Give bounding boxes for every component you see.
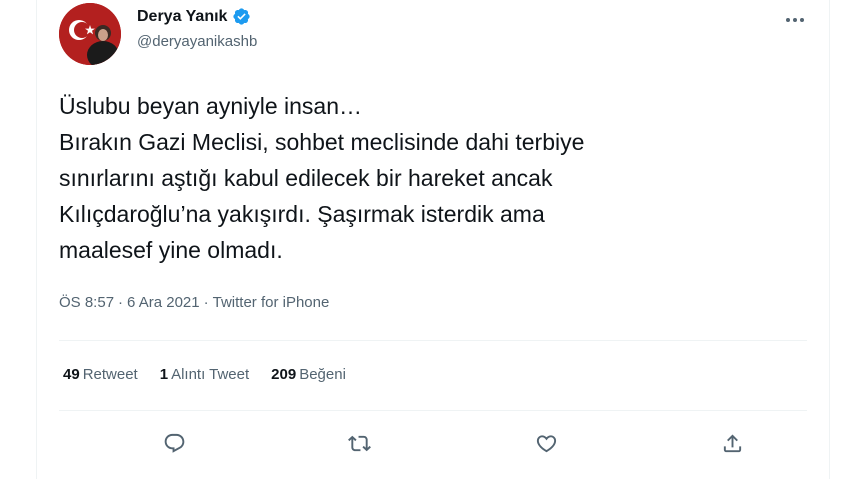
tweet-meta: ÖS 8:57 · 6 Ara 2021 · Twitter for iPhon…	[59, 294, 329, 311]
retweet-icon	[347, 435, 371, 451]
tweet-line: sınırlarını aştığı kabul edilecek bir ha…	[59, 165, 553, 191]
divider	[59, 340, 807, 341]
tweet-stats: 49 Retweet 1 Alıntı Tweet 209 Beğeni	[63, 366, 346, 383]
divider	[59, 410, 807, 411]
quote-count[interactable]: 1 Alıntı Tweet	[160, 366, 249, 383]
like-button[interactable]	[529, 426, 563, 460]
user-handle[interactable]: @deryayanikashb	[137, 33, 257, 50]
verified-badge-icon	[233, 8, 251, 25]
tweet-source[interactable]: Twitter for iPhone	[213, 294, 330, 311]
tweet-line: Üslubu beyan ayniyle insan…	[59, 93, 363, 119]
tweet-date[interactable]: 6 Ara 2021	[127, 294, 200, 311]
tweet-time[interactable]: ÖS 8:57	[59, 294, 114, 311]
meta-separator: ·	[203, 294, 209, 311]
retweet-count[interactable]: 49 Retweet	[63, 366, 138, 383]
avatar[interactable]	[59, 3, 121, 65]
display-name[interactable]: Derya Yanık	[137, 8, 227, 26]
reply-icon	[164, 433, 184, 453]
tweet-text: Üslubu beyan ayniyle insan… Bırakın Gazi…	[59, 88, 799, 268]
meta-separator: ·	[118, 294, 124, 311]
tweet-line: Bırakın Gazi Meclisi, sohbet meclisinde …	[59, 129, 585, 155]
like-count[interactable]: 209 Beğeni	[271, 366, 346, 383]
action-bar	[59, 426, 807, 460]
heart-icon	[536, 434, 556, 452]
share-button[interactable]	[715, 426, 749, 460]
author-row: Derya Yanık	[137, 7, 251, 26]
tweet-line: Kılıçdaroğlu’na yakışırdı. Şaşırmak iste…	[59, 201, 545, 227]
tweet-line: maalesef yine olmadı.	[59, 237, 283, 263]
retweet-button[interactable]	[342, 426, 376, 460]
share-icon	[723, 433, 741, 452]
avatar-image	[59, 3, 121, 65]
more-horizontal-icon[interactable]	[783, 8, 807, 32]
reply-button[interactable]	[157, 426, 191, 460]
tweet-card: Derya Yanık @deryayanikashb Üslubu beyan…	[36, 0, 830, 479]
